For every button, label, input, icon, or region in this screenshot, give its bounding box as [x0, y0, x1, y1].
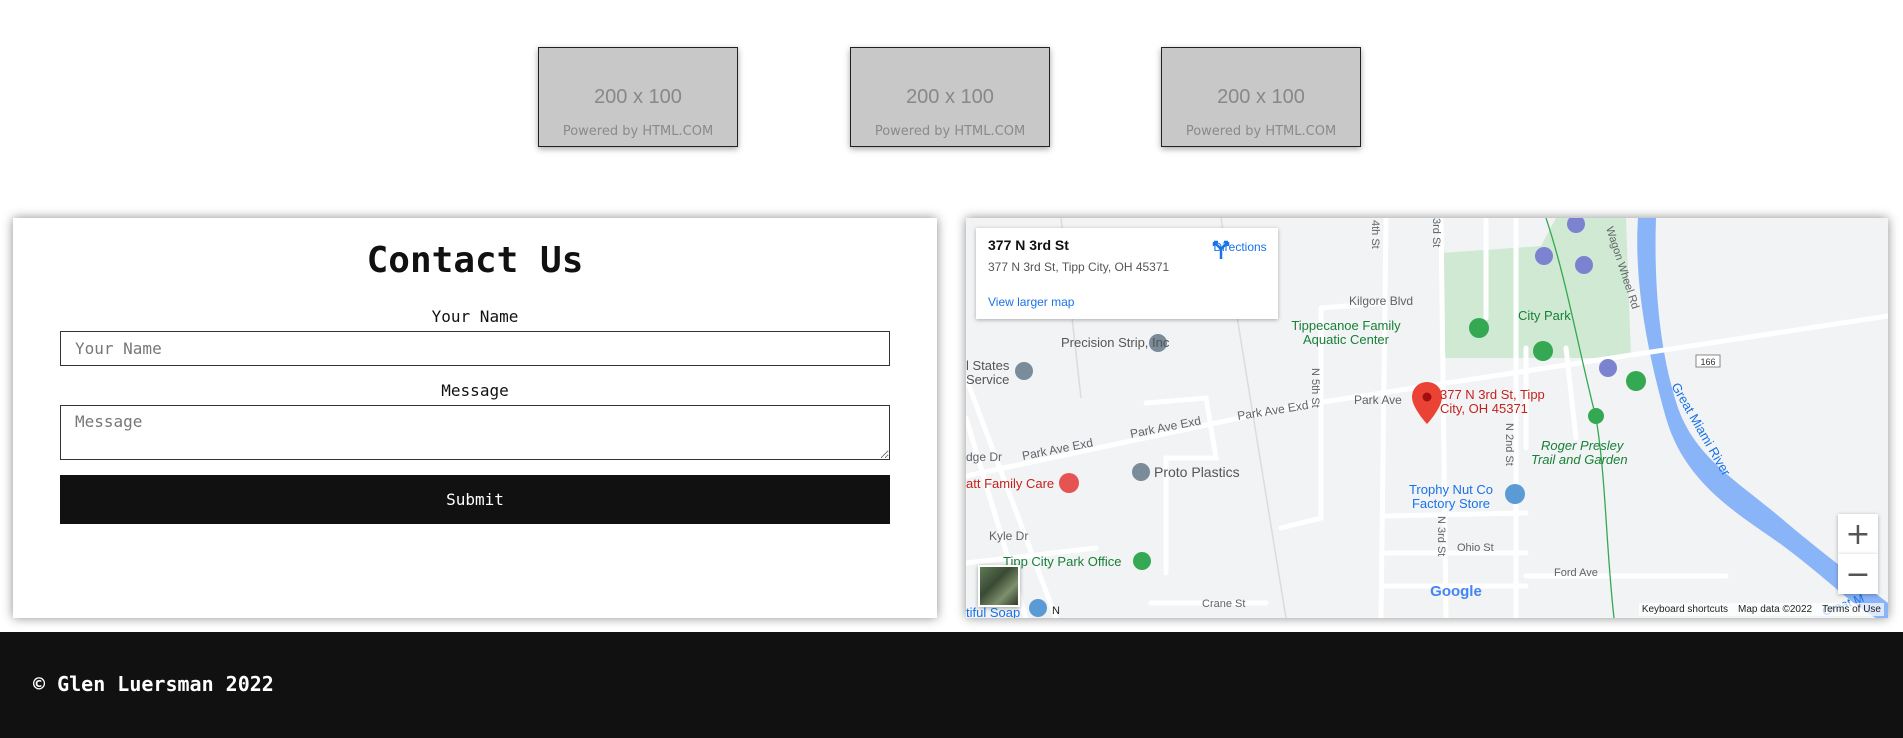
directions-button[interactable]: Directions [1210, 238, 1270, 259]
map-label: N 5th St [1309, 368, 1321, 408]
location-pin-icon [1412, 382, 1442, 424]
satellite-toggle[interactable] [978, 565, 1020, 607]
map-attribution: Keyboard shortcuts Map data ©2022 Terms … [1638, 603, 1884, 616]
map-label: N [1052, 605, 1060, 617]
route-shield: 166 [1700, 357, 1715, 367]
map-label: Crane St [1202, 598, 1245, 610]
map-label: Park Ave [1354, 393, 1402, 407]
placeholder-size-text: 200 x 100 [1217, 86, 1305, 108]
keyboard-shortcuts-link[interactable]: Keyboard shortcuts [1642, 604, 1728, 615]
map-label: Tipp City Park Office [1003, 554, 1121, 569]
map-label: N 3rd St [1435, 516, 1447, 556]
map-label: Trophy Nut Co [1409, 482, 1493, 497]
placeholder-powered-text: Powered by HTML.COM [874, 124, 1026, 139]
name-label: Your Name [431, 307, 519, 326]
submit-button[interactable]: Submit [60, 475, 890, 524]
placeholder-image-1: 200 x 100 Powered by HTML.COM [538, 47, 738, 147]
map-label: Kilgore Blvd [1349, 294, 1413, 308]
map-label: Tippecanoe Family [1291, 318, 1401, 333]
zoom-out-button[interactable]: − [1838, 554, 1878, 594]
placeholder-powered-text: Powered by HTML.COM [1185, 124, 1337, 139]
placeholder-image-3: 200 x 100 Powered by HTML.COM [1161, 47, 1361, 147]
placeholder-size-text: 200 x 100 [594, 86, 682, 108]
marker-label: 377 N 3rd St, Tipp [1440, 387, 1545, 402]
footer: © Glen Luersman 2022 [0, 632, 1903, 738]
map-label: Ford Ave [1554, 567, 1598, 579]
map-label: Aquatic Center [1303, 332, 1390, 347]
placeholder-powered-text: Powered by HTML.COM [562, 124, 714, 139]
map-label: 3rd St [1430, 218, 1442, 247]
map-label: N 2nd St [1503, 423, 1515, 466]
map-label: dge Dr [966, 450, 1002, 464]
placeholder-image-2: 200 x 100 Powered by HTML.COM [850, 47, 1050, 147]
google-logo: Google [1430, 583, 1482, 600]
marker-label: City, OH 45371 [1440, 401, 1528, 416]
map-data-text: Map data ©2022 [1738, 604, 1813, 615]
map-label: Service [966, 372, 1009, 387]
map-label: att Family Care [966, 476, 1054, 491]
map-label: Kyle Dr [989, 529, 1028, 543]
map-embed[interactable]: Kilgore Blvd Precision Strip, Inc Tippec… [966, 218, 1888, 618]
map-label: l States [966, 358, 1010, 373]
name-input[interactable] [60, 331, 890, 366]
place-title: 377 N 3rd St [988, 237, 1069, 253]
map-label: Park Ave Exd [1129, 413, 1202, 440]
map-label: Factory Store [1412, 496, 1490, 511]
zoom-in-button[interactable]: + [1838, 514, 1878, 554]
map-label: Proto Plastics [1154, 464, 1240, 480]
map-label: Roger Presley [1541, 438, 1625, 453]
map-label: City Park [1518, 308, 1571, 323]
map-label: Park Ave Exd [1236, 398, 1309, 423]
place-address: 377 N 3rd St, Tipp City, OH 45371 [988, 260, 1170, 274]
message-textarea[interactable] [60, 405, 890, 460]
terms-link[interactable]: Terms of Use [1822, 604, 1881, 615]
message-label: Message [441, 381, 509, 400]
contact-title: Contact Us [366, 240, 584, 281]
map-info-card: 377 N 3rd St 377 N 3rd St, Tipp City, OH… [976, 228, 1278, 319]
map-label: Trail and Garden [1531, 452, 1628, 467]
placeholder-size-text: 200 x 100 [906, 86, 994, 108]
map-label: 4th St [1369, 220, 1381, 249]
contact-form-card: Contact Us Your Name Message Submit [13, 218, 937, 618]
directions-icon [1212, 240, 1230, 259]
map-label: Precision Strip, Inc [1061, 335, 1170, 350]
copyright-text: © Glen Luersman 2022 [33, 672, 274, 696]
map-label: Ohio St [1457, 542, 1494, 554]
view-larger-map-link[interactable]: View larger map [988, 295, 1074, 309]
